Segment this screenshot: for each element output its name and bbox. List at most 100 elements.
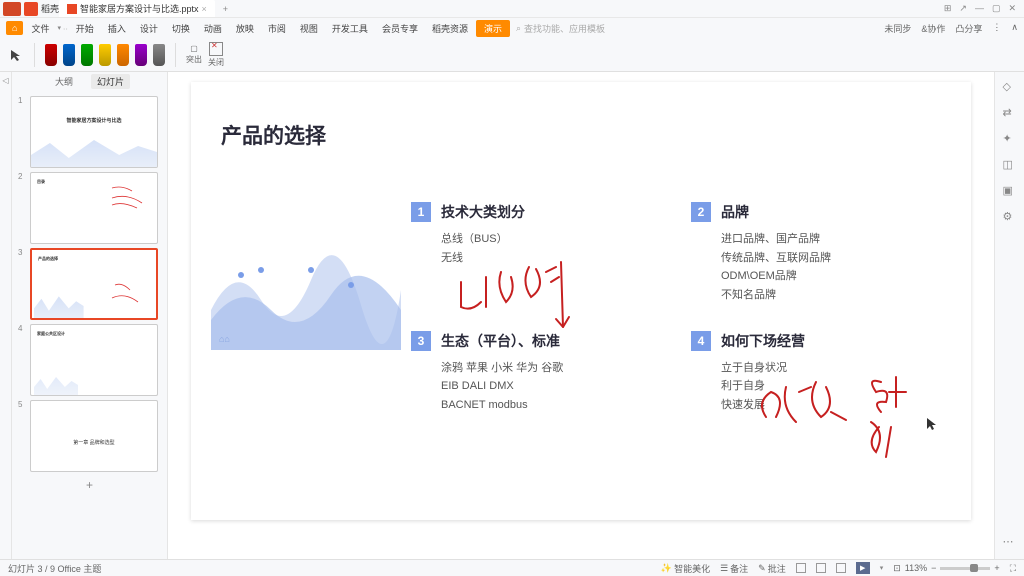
search-icon: ⌕ <box>516 23 521 34</box>
collab-button[interactable]: &协作 <box>921 22 945 35</box>
thumbnail-1[interactable]: 智能家居方案设计与比选 <box>30 96 158 168</box>
rb-transition-icon[interactable]: ⇄ <box>1003 106 1017 120</box>
more-icon[interactable]: ⋮ <box>992 22 1001 35</box>
marker-toolbar: ▢ 突出 ✕ 关闭 <box>0 38 1024 72</box>
thumbnails-list[interactable]: 1 智能家居方案设计与比选 2 目录 3 产品的选择 4 家庭公共区设 <box>12 90 167 559</box>
doc-icon <box>67 4 77 14</box>
search-box[interactable]: ⌕ 查找功能、应用模板 <box>516 22 605 35</box>
slide-panel: 大纲 幻灯片 1 智能家居方案设计与比选 2 目录 3 产品的选择 <box>12 72 168 559</box>
fullscreen-icon[interactable]: ⛶ <box>1010 563 1016 574</box>
ink-annotation-thumb3 <box>110 280 150 310</box>
rb-design-icon[interactable]: ◫ <box>1003 158 1017 172</box>
ai-beautify-button[interactable]: ✨智能美化 <box>661 562 710 575</box>
notes-button[interactable]: ☰备注 <box>720 562 748 575</box>
menu-view[interactable]: 视图 <box>294 20 324 37</box>
collapse-ribbon-icon[interactable]: ∧ <box>1011 22 1018 35</box>
document-tab[interactable]: 智能家居方案设计与比选.pptx × <box>59 0 215 17</box>
marker-red[interactable] <box>45 44 57 66</box>
rb-style-icon[interactable]: ◇ <box>1003 80 1017 94</box>
item-2: 2品牌 进口品牌、国产品牌传统品牌、互联网品牌ODM\OEM品牌不知名品牌 <box>691 202 941 305</box>
thumbnail-5[interactable]: 第一章 品牌和选型 <box>30 400 158 472</box>
marker-purple[interactable] <box>135 44 147 66</box>
pointer-tool[interactable] <box>8 47 24 63</box>
add-slide-button[interactable]: + <box>12 474 167 496</box>
zoom-out-icon[interactable]: − <box>931 563 936 573</box>
external-icon[interactable]: ↗ <box>959 3 967 14</box>
file-menu[interactable]: 文件 <box>25 20 55 37</box>
thumbnail-2[interactable]: 目录 <box>30 172 158 244</box>
item-2-num: 2 <box>691 202 711 222</box>
close-window-icon[interactable]: ✕ <box>1008 3 1016 14</box>
content-grid: 1技术大类划分 总线（BUS）无线 2品牌 进口品牌、国产品牌传统品牌、互联网品… <box>411 202 941 415</box>
slide-position: 幻灯片 3 / 9 Office 主题 <box>8 562 101 575</box>
zoom-fit-icon[interactable]: ⊡ <box>893 563 901 574</box>
view-sorter-icon[interactable] <box>816 563 826 573</box>
marker-green[interactable] <box>81 44 93 66</box>
marker-blue[interactable] <box>63 44 75 66</box>
menu-review[interactable]: 市阅 <box>262 20 292 37</box>
slide-title: 产品的选择 <box>221 120 941 150</box>
menu-slideshow[interactable]: 放映 <box>230 20 260 37</box>
menu-developer[interactable]: 开发工具 <box>326 20 374 37</box>
home-button[interactable]: ⌂ <box>6 21 23 35</box>
rb-more-icon[interactable]: ⋯ <box>1003 535 1017 549</box>
comments-button[interactable]: ✎批注 <box>758 562 786 575</box>
item-1-num: 1 <box>411 202 431 222</box>
zoom-slider[interactable] <box>940 567 990 570</box>
minimize-icon[interactable]: — <box>975 3 984 14</box>
menu-design[interactable]: 设计 <box>134 20 164 37</box>
marker-yellow[interactable] <box>99 44 111 66</box>
highlight-icon: ▢ <box>190 44 198 53</box>
close-tab-icon[interactable]: × <box>202 4 207 14</box>
slide-canvas[interactable]: 产品的选择 ⌂⌂ 1技术大类划分 总线（BUS）无线 2品牌 进口品牌、国产 <box>168 72 994 559</box>
item-4: 4如何下场经营 立于自身状况利于自身快速发展 <box>691 331 941 415</box>
document-title: 智能家居方案设计与比选.pptx <box>80 2 199 15</box>
thumbnail-4[interactable]: 家庭公共区设计 <box>30 324 158 396</box>
view-normal-icon[interactable] <box>796 563 806 573</box>
current-slide: 产品的选择 ⌂⌂ 1技术大类划分 总线（BUS）无线 2品牌 进口品牌、国产 <box>191 82 971 520</box>
status-bar: 幻灯片 3 / 9 Office 主题 ✨智能美化 ☰备注 ✎批注 ▶ ▾ ⊡ … <box>0 559 1024 576</box>
sync-status[interactable]: 未同步 <box>884 22 911 35</box>
ink-annotation-thumb2 <box>107 183 147 213</box>
outline-collapse[interactable]: ◁ <box>0 72 12 559</box>
rb-element-icon[interactable]: ▣ <box>1003 184 1017 198</box>
view-reading-icon[interactable] <box>836 563 846 573</box>
item-1: 1技术大类划分 总线（BUS）无线 <box>411 202 661 305</box>
search-placeholder: 查找功能、应用模板 <box>524 22 605 35</box>
thumbnail-3[interactable]: 产品的选择 <box>30 248 158 320</box>
menu-start[interactable]: 开始 <box>70 20 100 37</box>
file-dropdown-icon[interactable]: ▾ <box>57 24 61 32</box>
item-3-num: 3 <box>411 331 431 351</box>
decorative-wave: ⌂⌂ <box>211 240 401 350</box>
tab-outline[interactable]: 大纲 <box>49 74 79 89</box>
play-dropdown-icon[interactable]: ▾ <box>880 564 884 572</box>
highlight-label: 突出 <box>186 54 202 65</box>
close-ink-tool[interactable]: ✕ 关闭 <box>208 42 224 68</box>
item-4-num: 4 <box>691 331 711 351</box>
tab-slides[interactable]: 幻灯片 <box>91 74 130 89</box>
zoom-widget[interactable]: ⊡ 113% − + <box>893 563 999 574</box>
item-1-title: 技术大类划分 <box>441 202 525 222</box>
maximize-icon[interactable]: ▢ <box>992 3 1001 14</box>
new-tab-button[interactable]: + <box>215 4 236 14</box>
menu-insert[interactable]: 插入 <box>102 20 132 37</box>
rb-animation-icon[interactable]: ✦ <box>1003 132 1017 146</box>
highlight-tool[interactable]: ▢ 突出 <box>186 44 202 65</box>
menu-resources[interactable]: 稻壳资源 <box>426 20 474 37</box>
item-3: 3生态（平台）、标准 涂鸦 苹果 小米 华为 谷歌EIB DALI DMXBAC… <box>411 331 661 415</box>
app-logo-icon <box>3 2 21 16</box>
menu-transitions[interactable]: 切换 <box>166 20 196 37</box>
marker-gray[interactable] <box>153 44 165 66</box>
grid-icon[interactable]: ⊞ <box>944 3 952 14</box>
slideshow-button[interactable]: ▶ <box>856 562 870 574</box>
rb-settings-icon[interactable]: ⚙ <box>1003 210 1017 224</box>
zoom-in-icon[interactable]: + <box>994 563 999 573</box>
item-2-title: 品牌 <box>721 202 749 222</box>
menu-animations[interactable]: 动画 <box>198 20 228 37</box>
cursor-icon <box>926 417 938 431</box>
presenter-button[interactable]: 演示 <box>476 20 510 37</box>
app-name: 稻壳 <box>41 2 59 15</box>
share-button[interactable]: 凸分享 <box>955 22 982 35</box>
menu-member[interactable]: 会员专享 <box>376 20 424 37</box>
marker-orange[interactable] <box>117 44 129 66</box>
